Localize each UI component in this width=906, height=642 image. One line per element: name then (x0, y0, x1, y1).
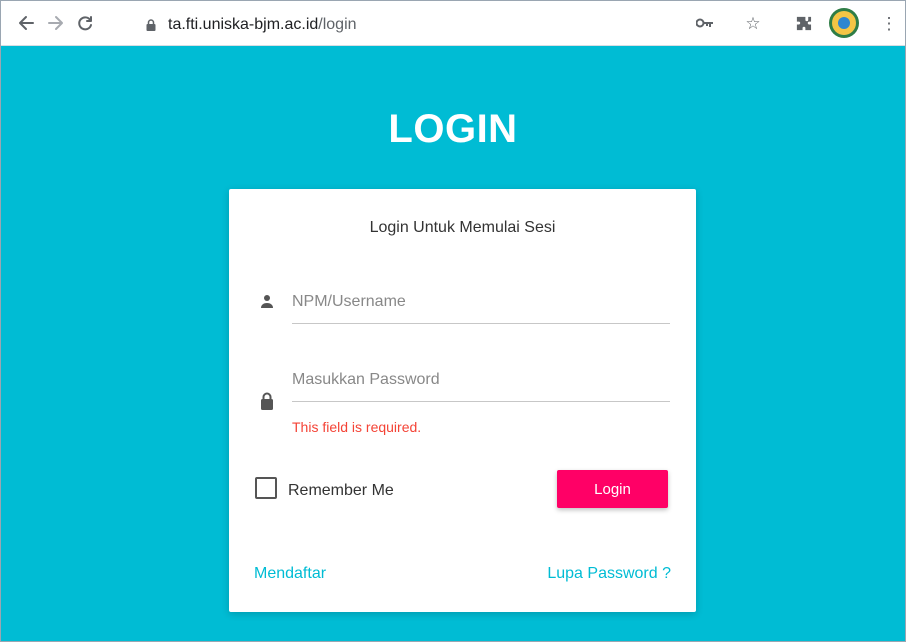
username-underline (292, 323, 670, 324)
profile-ring (832, 11, 856, 35)
browser-toolbar: ta.fti.uniska-bjm.ac.id/login ☆ ⋮ (1, 1, 905, 46)
login-button[interactable]: Login (557, 470, 668, 508)
password-error: This field is required. (292, 419, 422, 435)
forward-icon[interactable] (45, 12, 67, 34)
profile-icon[interactable] (829, 8, 859, 38)
url-text: ta.fti.uniska-bjm.ac.id/login (168, 16, 357, 34)
page-title: LOGIN (388, 107, 518, 151)
password-input[interactable] (292, 369, 667, 391)
login-card: Login Untuk Memulai Sesi This field is r… (229, 189, 696, 612)
browser-window: ta.fti.uniska-bjm.ac.id/login ☆ ⋮ LOGIN … (0, 0, 906, 642)
username-input[interactable] (292, 291, 667, 313)
reload-icon[interactable] (74, 12, 96, 34)
remember-checkbox[interactable] (255, 477, 277, 499)
address-bar[interactable]: ta.fti.uniska-bjm.ac.id/login (103, 9, 889, 39)
menu-icon[interactable]: ⋮ (879, 13, 899, 33)
user-icon (259, 293, 275, 309)
lock-icon (259, 392, 275, 410)
forgot-password-link[interactable]: Lupa Password ? (531, 565, 671, 583)
profile-center (838, 17, 850, 29)
card-header: Login Untuk Memulai Sesi (369, 219, 556, 236)
lock-icon (145, 18, 157, 31)
login-page: LOGIN Login Untuk Memulai Sesi This fiel… (1, 46, 905, 641)
signup-link[interactable]: Mendaftar (254, 565, 326, 583)
star-icon[interactable]: ☆ (743, 13, 763, 33)
url-host: ta.fti.uniska-bjm.ac.id (168, 16, 319, 33)
extension-icon[interactable] (793, 13, 813, 33)
remember-label[interactable]: Remember Me (288, 482, 394, 500)
back-icon[interactable] (15, 12, 37, 34)
url-path: /login (318, 16, 357, 33)
key-icon[interactable] (695, 13, 715, 33)
password-underline (292, 401, 670, 402)
